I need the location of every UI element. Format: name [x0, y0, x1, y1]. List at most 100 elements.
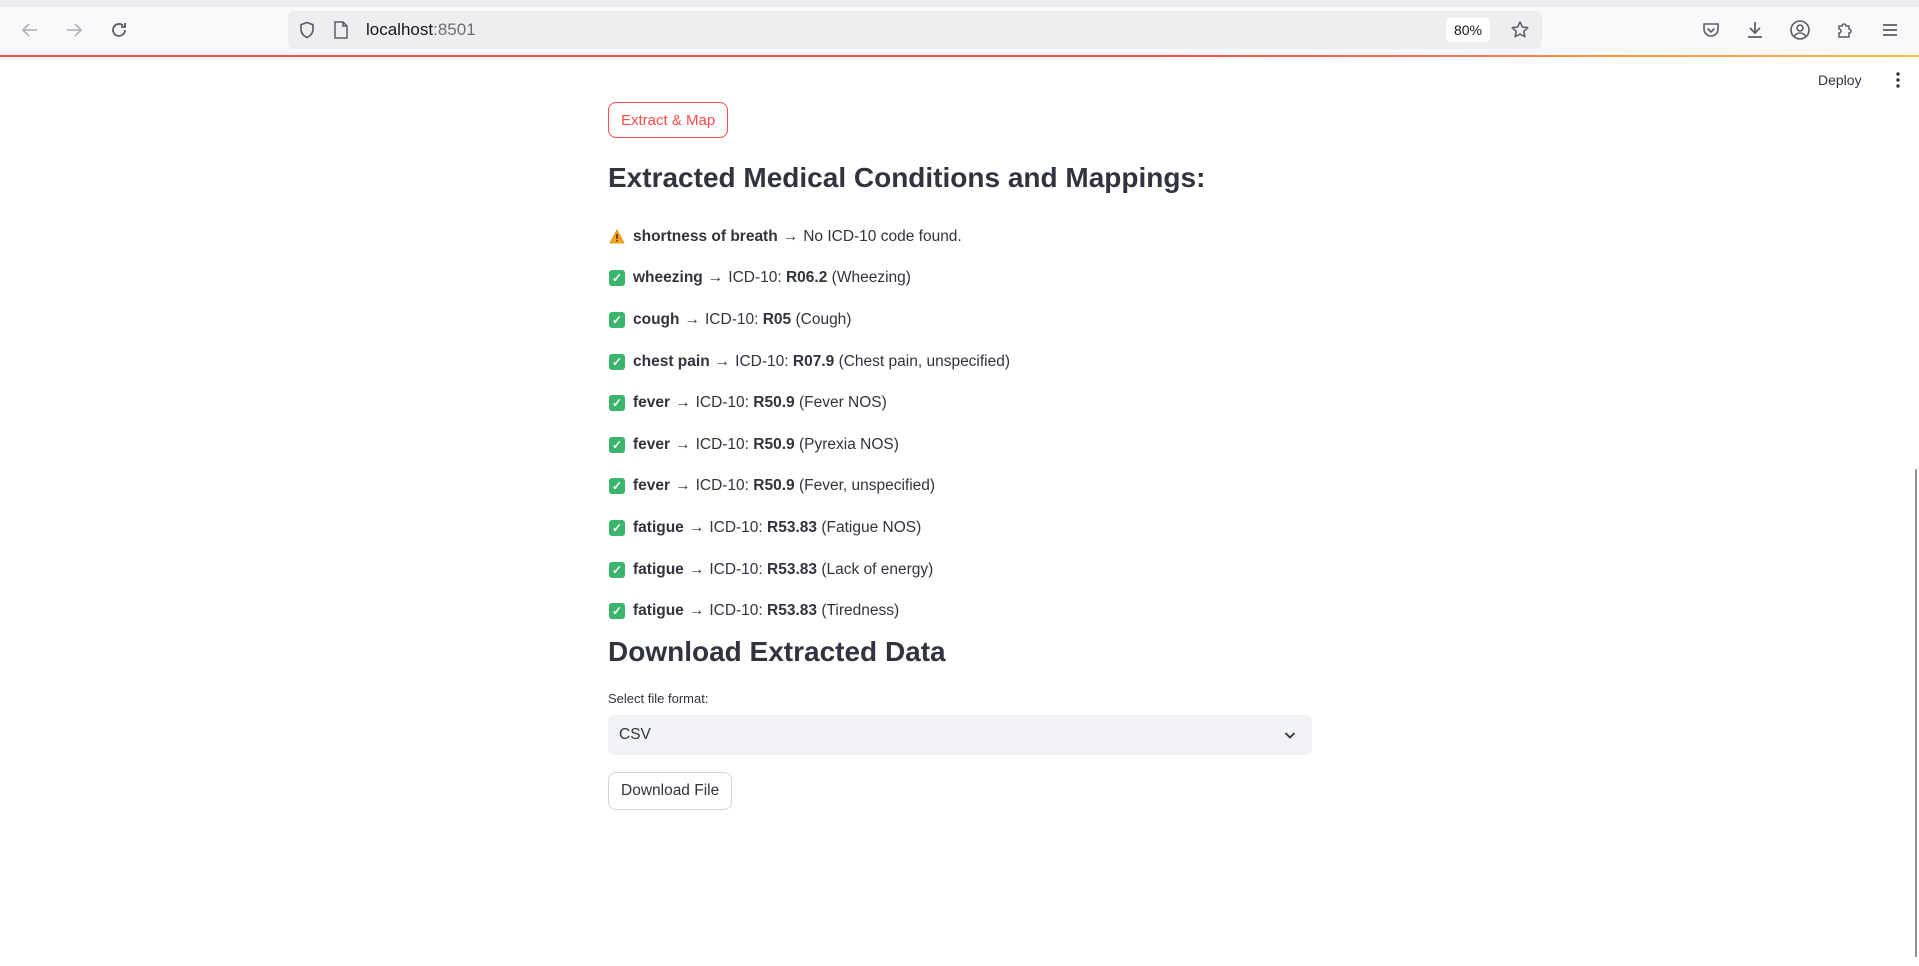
results-list: shortness of breath → No ICD-10 code fou… [608, 216, 1010, 632]
icd-code: R07.9 [792, 352, 835, 370]
condition-term: fever [633, 394, 671, 412]
code-description: (Wheezing) [831, 269, 911, 287]
check-icon: ✓ [608, 602, 626, 620]
icd-code: R50.9 [753, 394, 795, 412]
code-prefix: ICD-10: [709, 602, 768, 620]
warning-icon [608, 228, 626, 246]
app-menu-dots-icon[interactable] [1890, 68, 1906, 92]
code-prefix: ICD-10: [705, 310, 763, 328]
reload-button[interactable] [103, 14, 135, 46]
result-item: shortness of breath → No ICD-10 code fou… [608, 216, 1010, 258]
code-description: (Cough) [795, 310, 852, 328]
url-port: :8501 [433, 20, 476, 39]
code-prefix: ICD-10: [695, 477, 754, 495]
check-icon: ✓ [608, 477, 626, 495]
result-item: ✓ fatigue → ICD-10: R53.83 (Tiredness) [608, 590, 1010, 632]
forward-icon [67, 23, 83, 37]
arrow: → [782, 227, 799, 245]
code-description: (Fever, unspecified) [798, 477, 936, 495]
condition-term: wheezing [633, 269, 703, 287]
icd-code: R50.9 [753, 435, 795, 453]
back-button[interactable] [14, 14, 46, 46]
result-item: ✓ wheezing → ICD-10: R06.2 (Wheezing) [608, 258, 1010, 300]
results-heading: Extracted Medical Conditions and Mapping… [608, 162, 1206, 193]
condition-term: fever [633, 477, 671, 495]
condition-term: shortness of breath [633, 227, 778, 245]
condition-term: fever [633, 435, 671, 453]
page-icon[interactable] [330, 19, 352, 41]
check-icon: ✓ [608, 394, 626, 412]
app-status-line [0, 55, 1919, 57]
condition-term: fatigue [633, 560, 684, 578]
code-prefix: ICD-10: [735, 352, 793, 370]
check-icon: ✓ [608, 353, 626, 371]
result-item: ✓ fever → ICD-10: R50.9 (Fever, unspecif… [608, 466, 1010, 508]
file-format-select[interactable]: CSV [608, 715, 1312, 755]
check-icon: ✓ [608, 436, 626, 454]
icd-code: R53.83 [767, 602, 818, 620]
arrow: → [675, 394, 691, 412]
shield-icon[interactable] [296, 19, 318, 41]
code-prefix: ICD-10: [709, 560, 768, 578]
reload-icon [112, 23, 126, 37]
code-description: (Fatigue NOS) [821, 518, 922, 536]
download-heading: Download Extracted Data [608, 636, 946, 667]
icd-code: R53.83 [767, 560, 818, 578]
condition-term: chest pain [633, 352, 710, 370]
icd-code: R50.9 [753, 477, 795, 495]
arrow: → [675, 435, 691, 453]
code-prefix: ICD-10: [695, 394, 754, 412]
check-icon: ✓ [608, 269, 626, 287]
icd-code: R53.83 [767, 518, 818, 536]
download-file-button[interactable]: Download File [608, 772, 733, 810]
arrow: → [684, 310, 701, 328]
code-prefix: ICD-10: [728, 269, 786, 287]
extensions-icon[interactable] [1830, 15, 1860, 45]
arrow: → [714, 352, 731, 370]
result-item: ✓ fatigue → ICD-10: R53.83 (Fatigue NOS) [608, 507, 1010, 549]
forward-button[interactable] [58, 14, 90, 46]
arrow: → [688, 518, 705, 536]
deploy-button[interactable]: Deploy [1818, 68, 1862, 92]
arrow: → [688, 560, 705, 578]
code-description: (Pyrexia NOS) [798, 435, 899, 453]
url-text[interactable]: localhost:8501 [366, 20, 476, 40]
icd-code: R06.2 [785, 269, 828, 287]
arrow: → [688, 602, 705, 620]
arrow: → [675, 477, 691, 495]
url-bar[interactable]: localhost:8501 80% [288, 11, 1542, 49]
back-icon [21, 23, 37, 37]
result-item: ✓ fatigue → ICD-10: R53.83 (Lack of ener… [608, 549, 1010, 591]
icd-code: R05 [762, 310, 792, 328]
chevron-down-icon[interactable] [1282, 727, 1298, 743]
code-prefix: ICD-10: [709, 518, 768, 536]
check-icon: ✓ [608, 311, 626, 329]
arrow: → [707, 269, 724, 287]
download-icon[interactable] [1740, 15, 1770, 45]
check-icon: ✓ [608, 561, 626, 579]
page-scrollbar[interactable] [1915, 469, 1917, 957]
file-format-label: Select file format: [608, 691, 709, 706]
condition-term: fatigue [633, 602, 684, 620]
url-host: localhost [366, 20, 434, 39]
bookmark-star-icon[interactable] [1508, 18, 1532, 42]
menu-icon[interactable] [1875, 15, 1905, 45]
account-icon[interactable] [1785, 15, 1815, 45]
tab-strip-edge [0, 0, 1919, 7]
result-item: ✓ fever → ICD-10: R50.9 (Fever NOS) [608, 382, 1010, 424]
result-item: ✓ fever → ICD-10: R50.9 (Pyrexia NOS) [608, 424, 1010, 466]
condition-term: fatigue [633, 518, 684, 536]
pocket-icon[interactable] [1696, 15, 1726, 45]
extract-map-button[interactable]: Extract & Map [608, 102, 729, 138]
result-item: ✓ chest pain → ICD-10: R07.9 (Chest pain… [608, 341, 1010, 383]
code-description: (Tiredness) [821, 602, 900, 620]
code-description: (Fever NOS) [798, 394, 887, 412]
zoom-level-badge[interactable]: 80% [1445, 18, 1490, 42]
code-description: (Chest pain, unspecified) [838, 352, 1011, 370]
browser-toolbar: localhost:8501 80% [0, 0, 1919, 57]
no-code-message: No ICD-10 code found. [803, 227, 962, 245]
code-prefix: ICD-10: [695, 435, 754, 453]
result-item: ✓ cough → ICD-10: R05 (Cough) [608, 299, 1010, 341]
code-description: (Lack of energy) [821, 560, 934, 578]
check-icon: ✓ [608, 519, 626, 537]
